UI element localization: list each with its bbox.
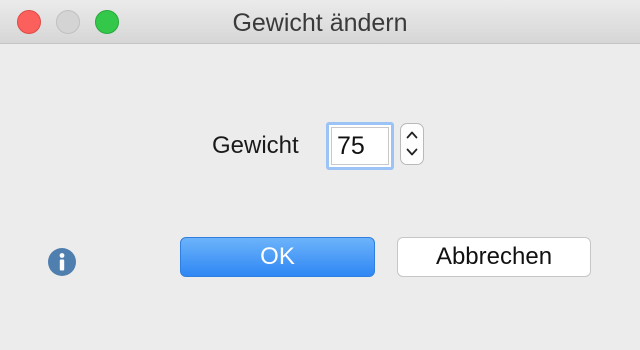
weight-input[interactable] [331, 127, 389, 165]
weight-field-focus-ring [326, 122, 394, 170]
info-icon[interactable] [47, 247, 77, 277]
title-bar[interactable]: Gewicht ändern [0, 0, 640, 44]
stepper-down-button[interactable] [401, 144, 423, 164]
chevron-up-icon [406, 131, 418, 139]
ok-button[interactable]: OK [180, 237, 375, 277]
weight-label: Gewicht [212, 132, 299, 159]
cancel-button[interactable]: Abbrechen [397, 237, 591, 277]
chevron-down-icon [406, 148, 418, 156]
stepper-up-button[interactable] [401, 124, 423, 144]
window-title: Gewicht ändern [232, 9, 408, 37]
dialog-window: Gewicht ändern Gewicht OK Abbrechen [0, 0, 640, 350]
weight-stepper[interactable] [400, 123, 424, 165]
